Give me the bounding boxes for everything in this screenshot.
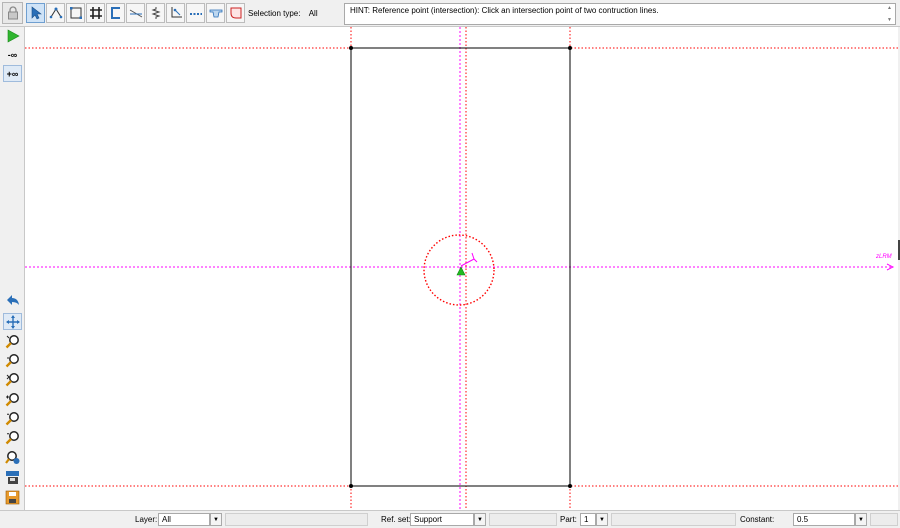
corner-select-icon	[171, 7, 182, 18]
beam-section-icon	[209, 9, 222, 18]
hint-text: HINT: Reference point (intersection): Cl…	[350, 6, 659, 15]
reference-circle[interactable]	[423, 234, 495, 306]
top-toolbar: Selection type: All HINT: Reference poin…	[0, 0, 900, 27]
corner-select-button[interactable]	[166, 3, 185, 23]
play-icon	[7, 28, 20, 43]
corner-point-bottom-right[interactable]	[568, 484, 572, 488]
pan-button[interactable]	[3, 313, 22, 330]
undo-button[interactable]	[3, 291, 22, 308]
selection-type-label: Selection type:	[248, 9, 301, 18]
grid-snap-button[interactable]	[86, 3, 105, 23]
plus-infinity-label: +∞	[6, 68, 19, 79]
grid-snap-icon	[89, 7, 102, 19]
lock-button[interactable]	[2, 2, 23, 24]
spring-button[interactable]	[146, 3, 165, 23]
layer-label: Layer:	[135, 515, 158, 524]
node-select-icon	[49, 7, 62, 19]
save-bmp-button[interactable]	[3, 469, 22, 486]
status-field-1	[225, 513, 368, 526]
chevron-down-icon: ▼	[858, 516, 864, 523]
axis-label: zLRM	[876, 254, 892, 260]
rounded-corner-icon	[230, 7, 241, 19]
chevron-down-icon: ▼	[213, 516, 219, 523]
selection-type: Selection type: All	[248, 9, 318, 18]
constant-select[interactable]: 0.5	[793, 513, 855, 526]
minus-infinity-label: -∞	[7, 49, 18, 60]
left-toolbar: -∞ +∞	[0, 27, 25, 510]
status-field-3	[611, 513, 736, 526]
node-select-button[interactable]	[46, 3, 65, 23]
status-field-4	[870, 513, 898, 526]
part-dropdown-button[interactable]: ▼	[596, 513, 608, 526]
construction-line-button[interactable]	[126, 3, 145, 23]
layer-select[interactable]: All	[158, 513, 210, 526]
hint-box: HINT: Reference point (intersection): Cl…	[344, 3, 896, 25]
save-disk-icon	[5, 490, 20, 505]
select-arrow-icon	[31, 6, 42, 20]
part-select[interactable]: 1	[580, 513, 596, 526]
corner-point-top-left[interactable]	[349, 46, 353, 50]
constant-dropdown-button[interactable]: ▼	[855, 513, 867, 526]
run-button[interactable]	[3, 27, 22, 44]
channel-section-icon	[110, 7, 120, 19]
refset-select[interactable]: Support	[410, 513, 474, 526]
layer-dropdown-button[interactable]: ▼	[210, 513, 222, 526]
beam-section-button[interactable]	[206, 3, 225, 23]
dashed-line-icon	[189, 13, 202, 15]
hint-scrollbar[interactable]: ▲ ▼	[885, 5, 894, 23]
zoom-icon	[5, 335, 19, 349]
save-image-icon	[6, 471, 19, 484]
zoom-icon	[5, 354, 19, 368]
zoom-fit-button[interactable]	[3, 449, 22, 466]
zoom-button-2[interactable]	[3, 352, 22, 369]
plus-infinity-button[interactable]: +∞	[3, 65, 22, 82]
undo-arrow-icon	[6, 294, 19, 305]
zoom-button-3[interactable]	[3, 371, 22, 388]
zoom-icon	[5, 412, 19, 426]
drawing-svg[interactable]	[25, 27, 898, 510]
zoom-fit-icon	[5, 451, 20, 464]
zoom-button-4[interactable]	[3, 391, 22, 408]
scroll-up-icon[interactable]: ▲	[887, 5, 892, 11]
channel-section-button[interactable]	[106, 3, 125, 23]
rectangle-select-button[interactable]	[66, 3, 85, 23]
move-cross-icon	[5, 314, 20, 329]
lock-icon	[7, 6, 18, 20]
corner-point-bottom-left[interactable]	[349, 484, 353, 488]
chevron-down-icon: ▼	[599, 516, 605, 523]
corner-point-top-right[interactable]	[568, 46, 572, 50]
zoom-icon	[5, 393, 19, 407]
part-label: Part:	[560, 515, 577, 524]
zoom-button-1[interactable]	[3, 333, 22, 350]
drawing-canvas[interactable]: zLRM	[25, 27, 898, 510]
tool-buttons	[26, 3, 245, 23]
zoom-icon	[5, 373, 19, 387]
chevron-down-icon: ▼	[477, 516, 483, 523]
spring-icon	[150, 7, 161, 19]
zoom-button-6[interactable]	[3, 429, 22, 446]
status-field-2	[489, 513, 557, 526]
zoom-icon	[5, 431, 19, 445]
refset-label: Ref. set:	[381, 515, 411, 524]
scroll-down-icon[interactable]: ▼	[887, 17, 892, 23]
status-bar: Layer: All ▼ Ref. set: Support ▼ Part: 1…	[0, 510, 900, 528]
minus-infinity-button[interactable]: -∞	[3, 46, 22, 63]
dashed-line-button[interactable]	[186, 3, 205, 23]
rectangle-select-icon	[69, 7, 82, 19]
save-file-button[interactable]	[3, 489, 22, 506]
rounded-corner-button[interactable]	[226, 3, 245, 23]
selection-type-value[interactable]: All	[309, 9, 318, 18]
construction-line-icon	[129, 9, 142, 18]
select-arrow-button[interactable]	[26, 3, 45, 23]
zoom-button-5[interactable]	[3, 410, 22, 427]
constant-label: Constant:	[740, 515, 775, 524]
refset-dropdown-button[interactable]: ▼	[474, 513, 486, 526]
